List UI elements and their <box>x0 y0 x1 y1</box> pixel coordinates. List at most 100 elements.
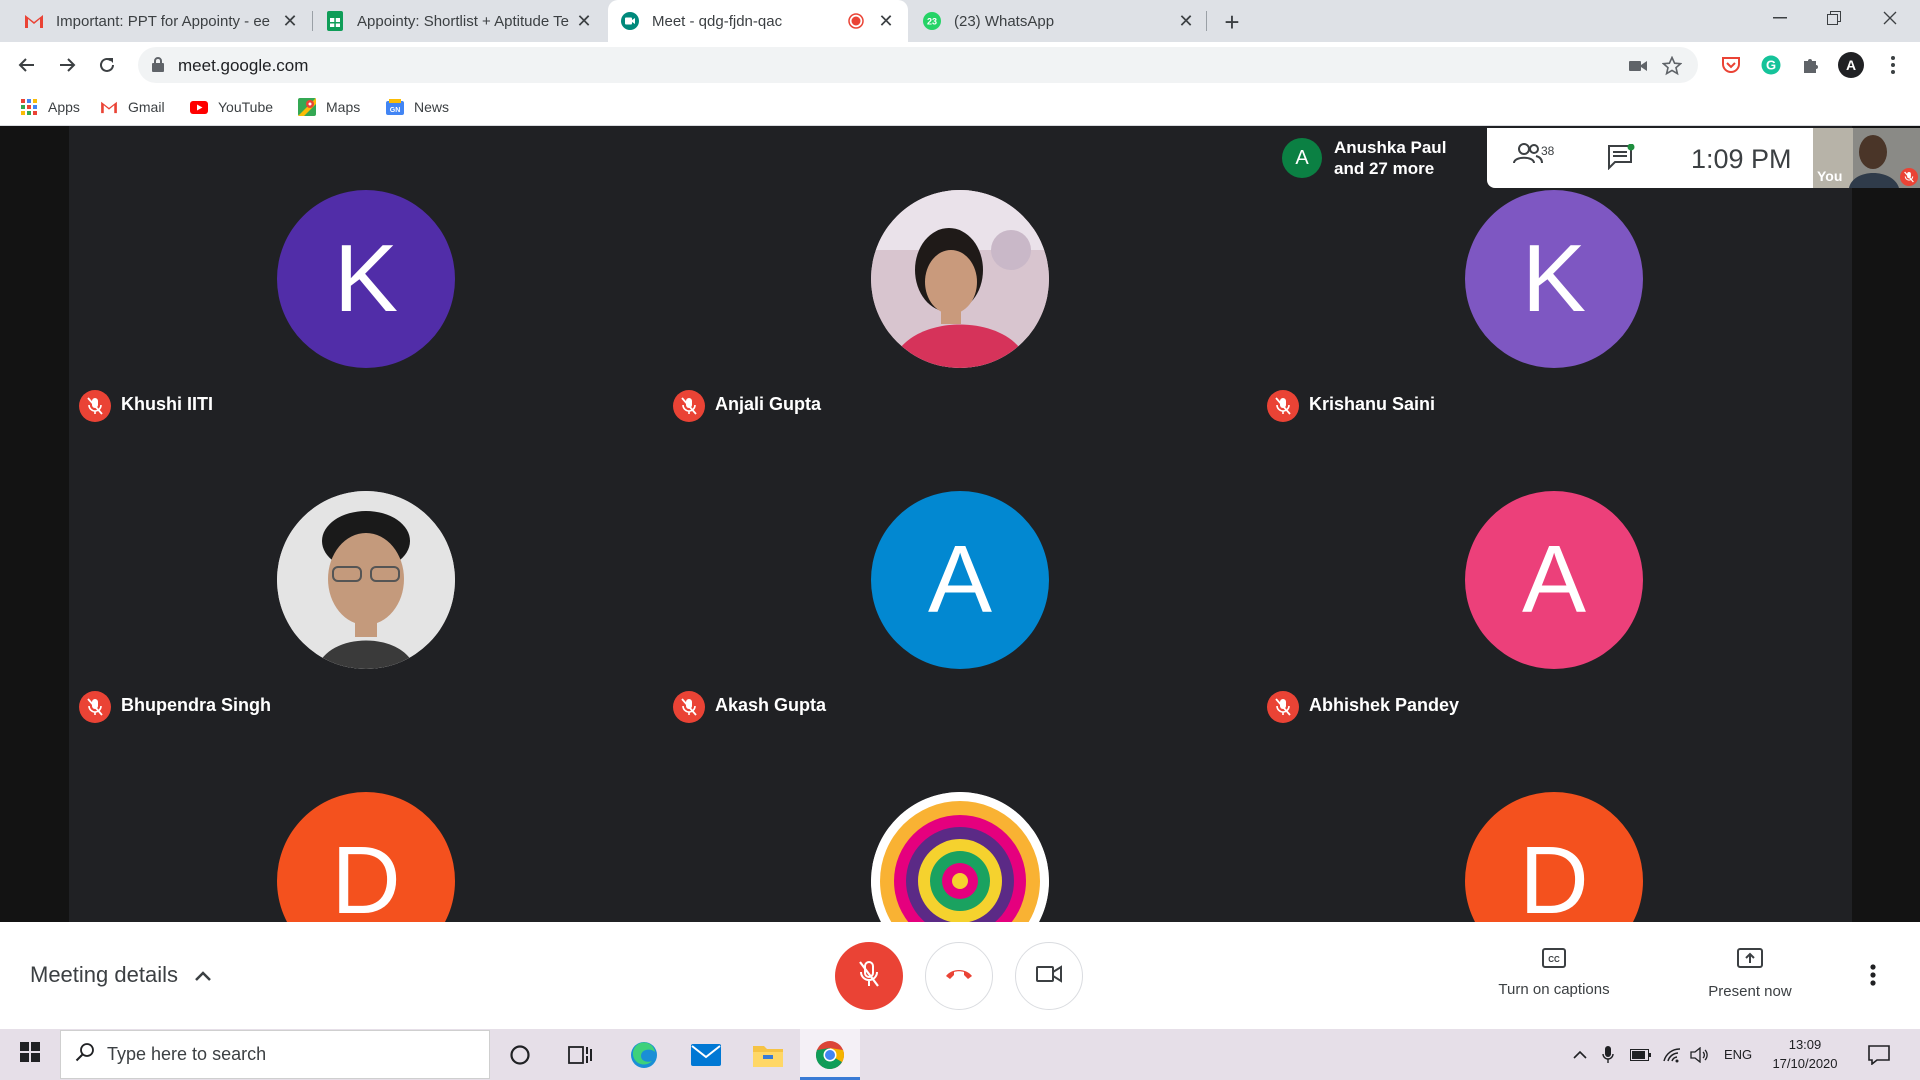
speaker-name: Anushka Paul <box>1334 138 1447 157</box>
volume-icon[interactable] <box>1690 1029 1710 1080</box>
taskbar-clock[interactable]: 13:09 17/10/2020 <box>1764 1035 1846 1073</box>
close-tab-icon[interactable]: ✕ <box>280 11 300 31</box>
bookmark-maps[interactable]: Maps <box>298 96 360 118</box>
file-explorer-icon[interactable] <box>750 1037 786 1073</box>
avatar-initial: K <box>333 225 399 332</box>
participant-tile[interactable]: Anjali Gupta <box>663 126 1257 426</box>
tab-whatsapp[interactable]: 23 (23) WhatsApp ✕ <box>910 0 1208 42</box>
restore-button[interactable] <box>1806 0 1862 36</box>
start-button[interactable] <box>0 1029 60 1080</box>
gmail-icon <box>24 11 44 31</box>
notifications-icon[interactable] <box>1868 1029 1890 1080</box>
whatsapp-icon: 23 <box>922 11 942 31</box>
avatar-initial: A <box>927 526 993 633</box>
participant-name: Bhupendra Singh <box>121 695 271 715</box>
camera-toggle-button[interactable] <box>1015 942 1083 1010</box>
participant-tile[interactable]: D <box>1257 728 1851 922</box>
address-bar[interactable]: meet.google.com <box>138 47 1698 83</box>
minimize-button[interactable] <box>1752 0 1808 36</box>
participant-tile[interactable]: A Abhishek Pandey <box>1257 427 1851 727</box>
pocket-extension-icon[interactable] <box>1716 50 1746 80</box>
forward-button[interactable] <box>52 50 82 80</box>
bookmark-label: News <box>414 99 450 115</box>
tab-gmail[interactable]: Important: PPT for Appointy - ee ✕ <box>12 0 312 42</box>
bookmark-label: Gmail <box>128 99 165 115</box>
muted-mic-icon <box>1267 691 1299 723</box>
taskbar-search-box[interactable]: Type here to search <box>60 1030 490 1079</box>
tab-title: Appointy: Shortlist + Aptitude Te <box>357 12 569 30</box>
task-view-icon[interactable] <box>562 1037 598 1073</box>
recording-indicator-icon <box>846 11 866 31</box>
bookmark-label: Apps <box>48 99 80 115</box>
participants-button[interactable] <box>1513 142 1543 169</box>
profile-avatar[interactable]: A <box>1836 50 1866 80</box>
extensions-puzzle-icon[interactable] <box>1796 50 1826 80</box>
back-button[interactable] <box>12 50 42 80</box>
participant-tile[interactable]: Bhupendra Singh <box>69 427 663 727</box>
tab-sheets[interactable]: Appointy: Shortlist + Aptitude Te ✕ <box>313 0 606 42</box>
chat-button[interactable] <box>1607 143 1635 175</box>
present-label: Present now <box>1708 983 1792 1000</box>
windows-logo-icon <box>20 1042 40 1067</box>
reload-button[interactable] <box>92 50 122 80</box>
url-text: meet.google.com <box>178 56 309 75</box>
tab-meet[interactable]: Meet - qdg-fjdn-qac ✕ <box>608 0 908 42</box>
meet-right-margin <box>1852 126 1920 922</box>
mail-app-icon[interactable] <box>688 1037 724 1073</box>
new-tab-button[interactable]: + <box>1218 7 1246 37</box>
self-view[interactable]: You <box>1813 128 1920 188</box>
bookmark-label: Maps <box>326 99 361 115</box>
show-hidden-icons-chevron[interactable] <box>1572 1029 1588 1080</box>
gmail-icon <box>100 98 118 116</box>
apps-grid-icon <box>20 98 38 116</box>
avatar: D <box>277 792 455 922</box>
youtube-icon <box>190 98 208 116</box>
captions-label: Turn on captions <box>1498 981 1610 998</box>
participant-tile[interactable]: A Akash Gupta <box>663 427 1257 727</box>
search-icon <box>75 1042 95 1067</box>
cortana-icon[interactable] <box>502 1037 538 1073</box>
participant-tile[interactable] <box>663 728 1257 922</box>
avatar-rangoli-image <box>871 792 1049 922</box>
bookmarks-bar: Apps Gmail YouTube Maps GN News <box>0 88 1920 126</box>
participant-tile[interactable]: D <box>69 728 663 922</box>
participant-grid: K Khushi IITI Anjali Gupta K Krishanu Sa… <box>69 126 1852 922</box>
bookmark-star-icon[interactable] <box>1662 56 1682 76</box>
chrome-taskbar-button[interactable] <box>800 1029 860 1080</box>
mic-toggle-button[interactable] <box>835 942 903 1010</box>
close-tab-icon[interactable]: ✕ <box>574 11 594 31</box>
participant-tile[interactable]: K Khushi IITI <box>69 126 663 426</box>
microphone-tray-icon[interactable] <box>1602 1029 1614 1080</box>
chrome-menu-icon[interactable] <box>1878 50 1908 80</box>
people-icon <box>1513 142 1543 169</box>
search-placeholder: Type here to search <box>107 1044 267 1064</box>
input-language-indicator[interactable]: ENG <box>1724 1029 1752 1080</box>
captions-button[interactable]: CC Turn on captions <box>1484 948 1624 998</box>
svg-text:G: G <box>1766 58 1776 73</box>
battery-icon[interactable] <box>1630 1029 1652 1080</box>
close-tab-icon[interactable]: ✕ <box>876 11 896 31</box>
bookmark-apps[interactable]: Apps <box>20 96 80 118</box>
sheets-icon <box>325 11 345 31</box>
lock-icon <box>152 57 164 77</box>
meeting-details-button[interactable]: Meeting details <box>30 962 212 988</box>
speaker-text: Anushka Paul and 27 more <box>1334 137 1446 179</box>
meet-control-bar: Meeting details CC Turn on captions Pres… <box>0 922 1920 1029</box>
bookmark-news[interactable]: GN News <box>386 96 449 118</box>
svg-text:CC: CC <box>1548 955 1560 964</box>
maps-icon <box>298 98 316 116</box>
more-options-icon[interactable] <box>1870 964 1876 991</box>
close-tab-icon[interactable]: ✕ <box>1176 11 1196 31</box>
edge-browser-icon[interactable] <box>626 1037 662 1073</box>
camera-in-use-icon[interactable] <box>1628 56 1648 76</box>
participant-name: Abhishek Pandey <box>1309 695 1460 715</box>
avatar-initial: K <box>1521 225 1587 332</box>
bookmark-youtube[interactable]: YouTube <box>190 96 273 118</box>
bookmark-gmail[interactable]: Gmail <box>100 96 165 118</box>
tab-title: Meet - qdg-fjdn-qac <box>652 12 783 30</box>
close-window-button[interactable] <box>1862 0 1918 36</box>
wifi-icon[interactable] <box>1662 1029 1682 1080</box>
grammarly-extension-icon[interactable]: G <box>1756 50 1786 80</box>
present-now-button[interactable]: Present now <box>1680 948 1820 1000</box>
leave-call-button[interactable] <box>925 942 993 1010</box>
